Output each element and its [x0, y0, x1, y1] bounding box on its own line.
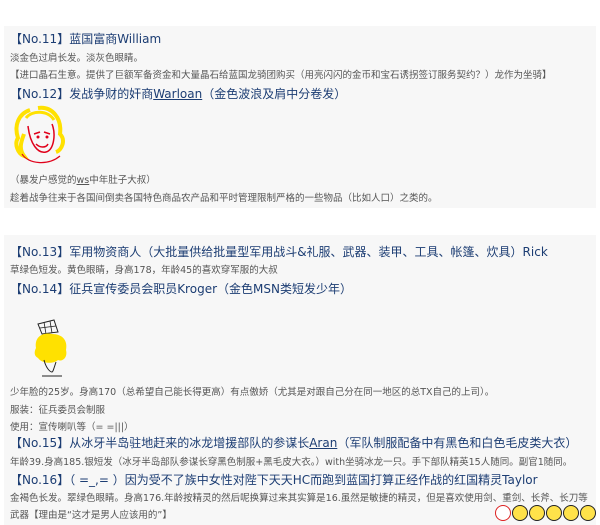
entry-12-title-name: Warloan	[153, 87, 203, 101]
emoji-strip	[494, 505, 596, 525]
warloan-sketch-image	[14, 105, 65, 164]
entry-13-desc: 草绿色短发。黄色眼睛，身高178，年龄45的喜欢穿军服的大叔	[10, 265, 278, 276]
entry-13-title: 【No.13】军用物资商人（大批量供给批量型军用战斗&礼服、武器、装甲、工具、帐…	[10, 245, 548, 259]
entry-12-title: 【No.12】发战争财的奸商Warloan（金色波浪及肩中分卷发）	[10, 85, 346, 102]
entry-15-desc: 年龄39.身高185.银短发（冰牙半岛部队参谋长穿黑色制服+黑毛皮大衣。）wit…	[10, 457, 573, 468]
entry-12-title-prefix: 【No.12】发战争财的奸商	[10, 87, 154, 101]
entry-12-caption: （暴发户感觉的ws中年肚子大叔）	[10, 172, 156, 186]
entry-14-desc-2: 服装：征兵委员会制服	[10, 405, 106, 416]
entry-16-desc-2: 武器【理由是“这才是男人应该用的”】	[10, 510, 172, 521]
entry-14-desc-3: 使用：宣传喇叭等（= =|||）	[10, 422, 134, 433]
entry-11-desc-1: 淡金色过肩长发。淡灰色眼睛。	[10, 53, 144, 64]
entry-15-title-name: Aran	[309, 436, 338, 450]
entry-16-title: 【No.16】（ =_,= ）因为受不了族中女性对陛下天天HC而跑到蓝国打算正经…	[10, 473, 538, 487]
emoji-face-red-icon	[495, 505, 511, 521]
entry-15-title: 【No.15】从冰牙半岛驻地赶来的冰龙增援部队的参谋长Aran（军队制服配备中有…	[10, 434, 577, 451]
emoji-face-icon	[546, 505, 562, 521]
entry-12-desc: 趁着战争往来于各国间倒卖各国特色商品农产品和平时管理限制严格的一些物品（比如人口…	[10, 193, 438, 204]
emoji-face-icon	[512, 505, 528, 521]
entry-12-caption-a: （暴发户感觉的	[10, 175, 77, 186]
emoji-face-icon	[580, 505, 596, 521]
entry-12-caption-b: 中年肚子大叔）	[89, 175, 156, 186]
entry-11-desc-2: 【进口晶石生意。提供了巨额军备资金和大量晶石给蓝国龙骑团购买（用亮闪闪的金币和宝…	[10, 70, 552, 81]
entry-15-title-prefix: 【No.15】从冰牙半岛驻地赶来的冰龙增援部队的参谋长	[10, 436, 310, 450]
emoji-face-icon	[529, 505, 545, 521]
emoji-face-icon	[563, 505, 579, 521]
entry-15-title-suffix: （军队制服配备中有黑色和白色毛皮类大衣）	[337, 436, 578, 450]
entry-16-desc-1: 金褐色长发。翠绿色眼睛。身高176.年龄按精灵的然后呢换算过来其实算是16.虽然…	[10, 493, 588, 504]
entry-11-title: 【No.11】蓝国富商William	[10, 32, 162, 46]
kroger-sketch-image	[34, 319, 67, 377]
entry-14-desc-1: 少年脸的25岁。身高170（总希望自己能长得更高）有点傲娇（尤其是对跟自己分在同…	[10, 387, 495, 398]
entry-12-title-suffix: （金色波浪及肩中分卷发）	[202, 87, 347, 101]
entry-12-caption-ws: ws	[76, 175, 90, 186]
entry-14-title: 【No.14】征兵宣传委员会职员Kroger（金色MSN类短发少年）	[10, 282, 352, 296]
